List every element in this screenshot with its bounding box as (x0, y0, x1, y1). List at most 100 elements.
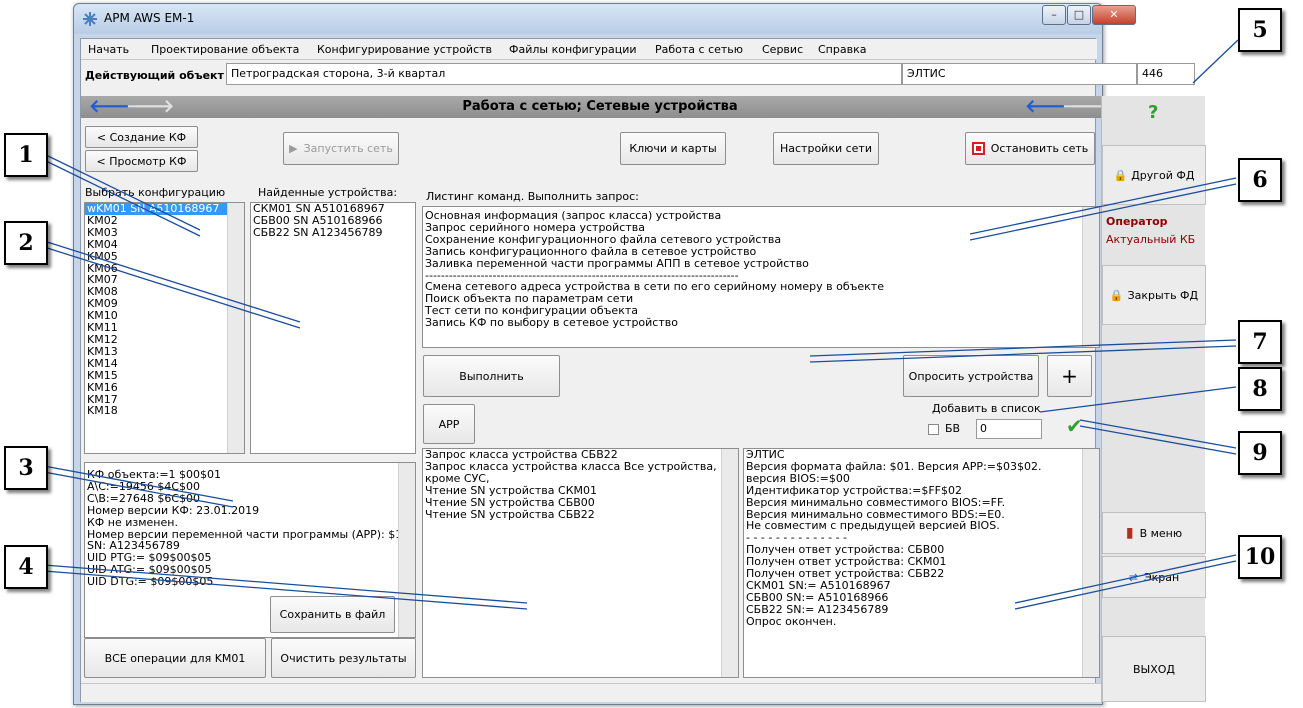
object-field: Петроградская сторона, 3-й квартал (226, 63, 902, 85)
other-fd-button[interactable]: 🔒 Другой ФД (1102, 145, 1206, 205)
list-item: Идентификатор устройства:=$FF$02 (746, 483, 962, 497)
minimize-button[interactable]: – (1042, 5, 1066, 25)
company-field: ЭЛТИС (902, 63, 1137, 85)
callout-8: 8 (1238, 367, 1282, 411)
network-settings-button[interactable]: Настройки сети (773, 132, 879, 165)
list-item[interactable]: KM15 (85, 369, 244, 382)
list-item[interactable]: Заливка переменной части программы АПП в… (423, 257, 1099, 270)
list-item[interactable]: Запись конфигурационного файла в сетевое… (423, 245, 1099, 258)
to-menu-button[interactable]: ▮ В меню (1102, 512, 1206, 554)
queue-list[interactable]: Запрос класса устройства СБВ22 Запрос кл… (422, 448, 739, 678)
lock-icon: 🔒 (1113, 168, 1128, 182)
list-item: СБВ22 SN:= A123456789 (746, 602, 889, 616)
exit-button[interactable]: ВЫХОД (1102, 636, 1206, 702)
callout-2: 2 (4, 221, 48, 265)
screen-button[interactable]: ⇄ Экран (1102, 556, 1206, 598)
window-title: АРМ AWS EM-1 (104, 11, 195, 25)
close-fd-label: Закрыть ФД (1127, 288, 1199, 302)
other-fd-label: Другой ФД (1131, 168, 1195, 182)
object-label: Действующий объект (85, 69, 224, 82)
start-network-button[interactable]: ▶ Запустить сеть (283, 132, 399, 165)
menu-start[interactable]: Начать (88, 43, 129, 56)
close-fd-button[interactable]: 🔒 Закрыть ФД (1102, 265, 1206, 325)
list-item[interactable]: Сохранение конфигурационного файла сетев… (423, 233, 1099, 246)
create-kf-button[interactable]: < Создание КФ (85, 126, 198, 148)
menu-configure[interactable]: Конфигурирование устройств (317, 43, 492, 56)
menu-help[interactable]: Справка (818, 43, 866, 56)
commands-list[interactable]: Основная информация (запрос класса) устр… (422, 206, 1100, 348)
execute-button[interactable]: Выполнить (423, 355, 560, 397)
swap-arrows-icon: ⇄ (1128, 570, 1138, 584)
results-scrollbar[interactable] (1082, 449, 1099, 677)
title-bar (74, 4, 1102, 34)
add-to-list-label: Добавить в список (932, 402, 1041, 415)
config-list-scrollbar[interactable] (227, 203, 244, 453)
list-item: СБВ00 SN:= A510168966 (746, 590, 889, 604)
list-item[interactable]: кроме СУС, (423, 472, 738, 485)
callout-7: 7 (1238, 320, 1282, 364)
menu-network[interactable]: Работа с сетью (655, 43, 743, 56)
menu-config-files[interactable]: Файлы конфигурации (509, 43, 637, 56)
list-item: C\B:=27648 $6C$00 (87, 491, 201, 505)
commands-scrollbar[interactable] (1082, 207, 1099, 347)
list-item[interactable]: KM04 (85, 238, 244, 251)
list-item[interactable]: KM14 (85, 357, 244, 370)
lock-icon: 🔒 (1109, 288, 1124, 302)
all-operations-button[interactable]: ВСЕ операции для KM01 (84, 638, 266, 678)
maximize-button[interactable]: □ (1067, 5, 1091, 25)
start-network-label: Запустить сеть (303, 142, 393, 155)
menu-service[interactable]: Сервис (762, 43, 803, 56)
list-item: Версия минимально совместимого BIOS:=FF. (746, 495, 1006, 509)
close-window-button[interactable]: ✕ (1092, 5, 1136, 25)
callout-5: 5 (1238, 8, 1282, 52)
list-item[interactable]: KM18 (85, 405, 244, 417)
app-button[interactable]: APP (423, 404, 475, 444)
status-bar (81, 683, 1101, 702)
operator-label: Оператор (1106, 215, 1168, 228)
help-icon[interactable]: ? (1148, 102, 1158, 123)
queue-scrollbar[interactable] (721, 449, 738, 677)
list-item[interactable]: Чтение SN устройства СБВ00 (423, 496, 738, 509)
bv-checkbox[interactable] (928, 424, 939, 435)
keys-cards-button[interactable]: Ключи и карты (620, 132, 726, 165)
list-item: версия BIOS:=$00 (746, 471, 850, 485)
list-item[interactable]: СБВ22 SN A123456789 (251, 226, 415, 239)
list-item[interactable]: KM13 (85, 345, 244, 358)
callout-6: 6 (1238, 158, 1282, 202)
checkmark-icon[interactable]: ✔ (1066, 414, 1083, 438)
to-menu-label: В меню (1139, 526, 1183, 540)
callout-3: 3 (4, 446, 48, 490)
bv-label: БВ (945, 422, 961, 435)
callout-10: 10 (1238, 535, 1282, 579)
list-item: Номер версии КФ: 23.01.2019 (87, 503, 260, 517)
list-item[interactable]: Запись КФ по выбору в сетевое устройство (423, 317, 1099, 329)
choose-config-label: Выбрать конфигурацию (85, 186, 226, 199)
results-text: ЭЛТИС Версия формата файла: $01. Версия … (743, 448, 1100, 678)
menu-project[interactable]: Проектирование объекта (151, 43, 299, 56)
found-devices-list[interactable]: СКМ01 SN A510168967 СБВ00 SN A510168966 … (250, 202, 416, 454)
play-icon: ▶ (289, 142, 298, 155)
stop-network-button[interactable]: Остановить сеть (965, 132, 1095, 165)
count-spinner[interactable]: 0 (976, 419, 1042, 439)
list-item[interactable]: Чтение SN устройства СБВ22 (423, 508, 738, 521)
stop-network-label: Остановить сеть (990, 142, 1089, 155)
view-kf-button[interactable]: < Просмотр КФ (85, 150, 198, 172)
clear-results-button[interactable]: Очистить результаты (271, 638, 416, 678)
screen-label: Экран (1143, 570, 1180, 584)
list-item[interactable]: KM16 (85, 381, 244, 394)
callout-1: 1 (4, 133, 48, 177)
app-icon (83, 12, 97, 26)
save-file-button[interactable]: Сохранить в файл (270, 596, 395, 633)
poll-devices-button[interactable]: Опросить устройства (903, 355, 1039, 397)
object-number-field: 446 (1137, 63, 1195, 85)
list-item[interactable]: KM03 (85, 226, 244, 239)
list-item[interactable]: Чтение SN устройства СКМ01 (423, 484, 738, 497)
add-button[interactable]: + (1047, 355, 1092, 397)
config-list[interactable]: wKM01 SN A510168967 KM02 KM03 KM04 KM05 … (84, 202, 245, 454)
list-item[interactable]: KM05 (85, 250, 244, 263)
listing-label: Листинг команд. Выполнить запрос: (426, 190, 639, 203)
kf-info-scrollbar[interactable] (398, 463, 415, 637)
forward-arrow-icon[interactable]: 🡒 (126, 96, 174, 117)
section-title: Работа с сетью; Сетевые устройства (462, 99, 738, 114)
list-item: Опрос окончен. (746, 614, 837, 628)
